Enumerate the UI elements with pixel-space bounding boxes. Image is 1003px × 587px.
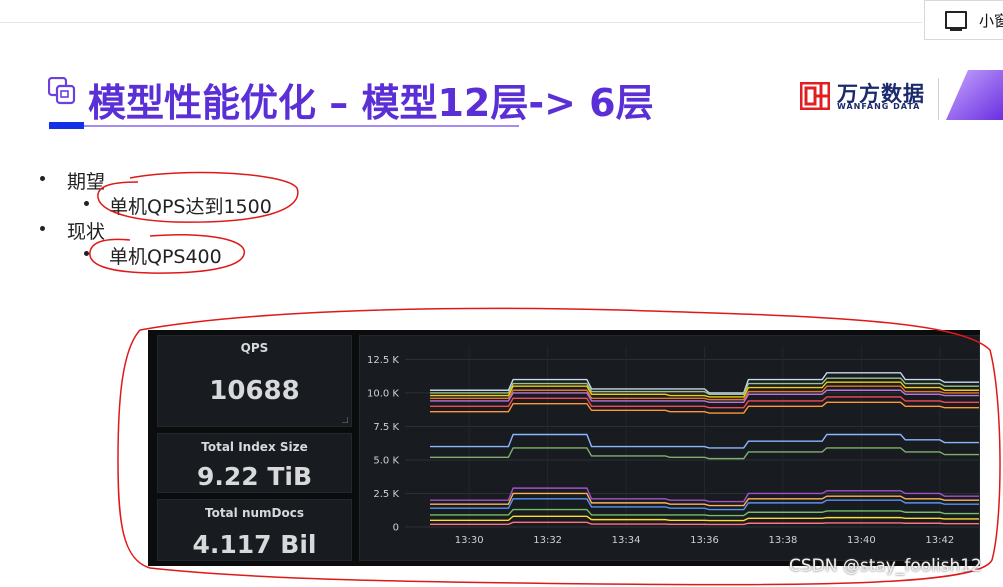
y-tick-label: 12.5 K bbox=[367, 355, 399, 366]
x-tick-label: 13:32 bbox=[533, 535, 562, 546]
bullet-dot bbox=[84, 201, 89, 206]
num-docs-label: Total numDocs bbox=[204, 506, 304, 520]
wanfang-logo: 万方数据 WANFANG DATA bbox=[800, 80, 925, 112]
bullet-target-qps: 单机QPS达到1500 bbox=[109, 196, 272, 218]
mini-window-button[interactable]: 小窗 bbox=[924, 0, 1003, 40]
y-tick-label: 2.5 K bbox=[373, 489, 399, 500]
bullet-current: 现状 bbox=[67, 221, 106, 243]
index-size-value: 9.22 TiB bbox=[196, 462, 313, 491]
index-size-stat-panel: Total Index Size 9.22 TiB bbox=[157, 433, 352, 493]
bullet-dot bbox=[40, 176, 45, 181]
title-underline bbox=[84, 125, 519, 127]
copy-icon bbox=[48, 77, 76, 105]
corner-decoration bbox=[946, 70, 1003, 120]
qps-label: QPS bbox=[240, 341, 269, 355]
bullet-dot bbox=[84, 251, 89, 256]
x-tick-label: 13:38 bbox=[769, 535, 798, 546]
logo-divider bbox=[938, 78, 939, 120]
csdn-watermark: CSDN @stay_foolish12 bbox=[789, 556, 982, 576]
y-tick-label: 10.0 K bbox=[367, 388, 399, 399]
bullet-current-qps: 单机QPS400 bbox=[109, 246, 222, 268]
monitor-icon bbox=[945, 11, 967, 31]
y-tick-label: 0 bbox=[393, 523, 399, 534]
x-tick-label: 13:30 bbox=[455, 535, 484, 546]
bullet-dot bbox=[40, 226, 45, 231]
x-tick-label: 13:34 bbox=[612, 535, 641, 546]
x-tick-label: 13:36 bbox=[690, 535, 719, 546]
x-tick-label: 13:42 bbox=[925, 535, 954, 546]
num-docs-stat-panel: Total numDocs 4.117 Bil bbox=[157, 499, 352, 561]
index-size-label: Total Index Size bbox=[201, 440, 308, 454]
qps-value: 10688 bbox=[209, 376, 300, 406]
top-divider bbox=[0, 22, 922, 23]
qps-line-chart: 12.5 K 10.0 K 7.5 K 5.0 K 2.5 K 0 13:30 13:32 13… bbox=[367, 346, 979, 546]
y-tick-label: 7.5 K bbox=[373, 422, 399, 433]
qps-time-series-panel: 12.5 K 10.0 K 7.5 K 5.0 K 2.5 K 0 13:30 13:32 13… bbox=[359, 335, 980, 561]
resize-handle-icon[interactable] bbox=[342, 417, 348, 423]
slide-title: 模型性能优化 – 模型12层-> 6层 bbox=[88, 81, 654, 125]
wanfang-logo-mark bbox=[800, 82, 830, 110]
title-underline-accent bbox=[49, 122, 84, 129]
x-tick-label: 13:40 bbox=[847, 535, 876, 546]
qps-stat-panel: QPS 10688 bbox=[157, 335, 352, 427]
mini-window-label: 小窗 bbox=[979, 11, 1003, 30]
num-docs-value: 4.117 Bil bbox=[192, 530, 317, 559]
bullet-expectation: 期望 bbox=[67, 171, 106, 193]
y-tick-label: 5.0 K bbox=[373, 455, 399, 466]
logo-text-en: WANFANG DATA bbox=[837, 102, 921, 111]
